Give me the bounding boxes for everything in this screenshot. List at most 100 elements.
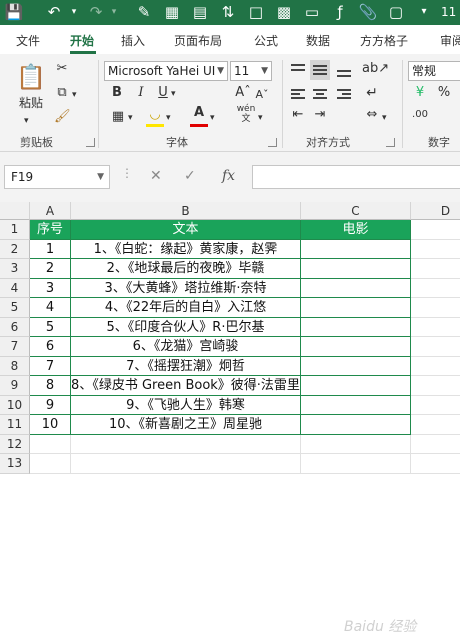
column-header-a[interactable]: A — [30, 202, 71, 220]
bold-button[interactable]: B — [110, 84, 124, 102]
name-box[interactable]: F19 ▼ — [4, 165, 110, 189]
cell[interactable] — [411, 454, 460, 474]
row-header[interactable]: 4 — [0, 278, 30, 298]
insert-function-icon[interactable]: fx — [222, 168, 235, 184]
clipboard-launcher-icon[interactable] — [86, 138, 95, 147]
movie-cell[interactable] — [301, 395, 411, 415]
cell[interactable] — [411, 435, 460, 454]
cancel-icon[interactable]: ✕ — [150, 168, 162, 184]
decrease-indent-icon[interactable]: ⇤ — [288, 106, 308, 124]
cell[interactable] — [411, 337, 460, 357]
seq-cell[interactable]: 10 — [30, 415, 71, 435]
cell[interactable] — [411, 220, 460, 240]
underline-dropdown-icon[interactable]: ▾ — [171, 85, 176, 103]
enter-icon[interactable]: ✓ — [184, 168, 196, 184]
row-header[interactable]: 10 — [0, 395, 30, 415]
font-size-select[interactable]: 11 ▼ — [230, 61, 272, 81]
cell[interactable] — [301, 454, 411, 474]
cell[interactable] — [30, 434, 71, 454]
merge-dropdown-icon[interactable]: ▾ — [382, 109, 387, 127]
font-launcher-icon[interactable] — [268, 138, 277, 147]
text-cell[interactable]: 8、《绿皮书 Green Book》彼得·法雷里 — [71, 376, 301, 396]
row-header[interactable]: 1 — [0, 220, 30, 240]
redo-dropdown-icon[interactable]: ▾ — [104, 2, 124, 22]
cell[interactable] — [411, 318, 460, 337]
increase-font-icon[interactable]: Aˆ — [234, 84, 252, 102]
align-center-icon[interactable] — [310, 84, 330, 104]
decrease-font-icon[interactable]: Aˇ — [254, 86, 270, 104]
cell[interactable] — [411, 259, 460, 279]
row-header[interactable]: 5 — [0, 298, 30, 318]
table-header-cell[interactable]: 文本 — [71, 220, 301, 240]
align-middle-icon[interactable] — [310, 60, 330, 80]
text-cell[interactable]: 5、《印度合伙人》R·巴尔基 — [71, 317, 301, 337]
cut-icon[interactable]: ✂ — [54, 60, 70, 78]
font-color-dropdown-icon[interactable]: ▾ — [210, 109, 215, 127]
doc-icon[interactable]: □ — [246, 2, 266, 22]
row-header[interactable]: 7 — [0, 337, 30, 357]
copy-icon[interactable]: ⧉ — [54, 84, 70, 102]
underline-button[interactable]: U — [156, 84, 170, 102]
customize-dropdown-icon[interactable]: ▾ — [414, 2, 434, 22]
wrap-text-icon[interactable]: ↵ — [362, 84, 382, 102]
tab-insert[interactable]: 插入 — [121, 32, 145, 49]
seq-cell[interactable]: 9 — [30, 395, 71, 415]
format-painter-icon[interactable]: ✎ — [134, 2, 154, 22]
cell[interactable] — [411, 298, 460, 318]
copy-dropdown-icon[interactable]: ▾ — [72, 86, 77, 104]
row-header[interactable]: 3 — [0, 259, 30, 279]
percent-icon[interactable]: % — [434, 84, 454, 102]
clip-icon[interactable]: 📎 — [358, 2, 378, 22]
text-cell[interactable]: 4、《22年后的自白》入江悠 — [71, 298, 301, 318]
movie-cell[interactable] — [301, 415, 411, 435]
font-color-icon[interactable]: A — [190, 104, 208, 122]
align-top-icon[interactable] — [288, 60, 308, 80]
tab-file[interactable]: 文件 — [16, 32, 40, 49]
function-icon[interactable]: ƒ — [330, 2, 350, 22]
align-right-icon[interactable] — [334, 84, 354, 104]
sort-icon[interactable]: ⇅ — [218, 2, 238, 22]
table-icon[interactable]: ▦ — [162, 2, 182, 22]
cell[interactable] — [301, 434, 411, 454]
align-left-icon[interactable] — [288, 84, 308, 104]
border-icon[interactable]: ▦ — [110, 108, 126, 126]
tab-home[interactable]: 开始 — [70, 32, 94, 49]
tab-data[interactable]: 数据 — [306, 32, 330, 49]
column-header-c[interactable]: C — [301, 202, 411, 220]
merge-center-icon[interactable]: ⇔ — [362, 106, 382, 124]
table-header-cell[interactable]: 电影 — [301, 220, 411, 240]
cell[interactable] — [411, 357, 460, 376]
paste-icon[interactable]: 📋 — [16, 62, 46, 92]
row-header[interactable]: 6 — [0, 317, 30, 337]
tab-review[interactable]: 审阅 — [440, 32, 460, 49]
row-header[interactable]: 9 — [0, 376, 30, 396]
row-header[interactable]: 13 — [0, 454, 30, 474]
text-cell[interactable]: 7、《摇摆狂潮》炯哲 — [71, 356, 301, 376]
text-cell[interactable]: 9、《飞驰人生》韩寒 — [71, 395, 301, 415]
align-bottom-icon[interactable] — [334, 60, 354, 80]
undo-icon[interactable]: ↶ — [44, 2, 64, 22]
movie-cell[interactable] — [301, 376, 411, 396]
number-format-select[interactable]: 常规 — [408, 61, 460, 81]
phonetic-icon[interactable]: wén 文 — [234, 104, 258, 124]
alignment-launcher-icon[interactable] — [386, 138, 395, 147]
text-cell[interactable]: 10、《新喜剧之王》周星驰 — [71, 415, 301, 435]
movie-cell[interactable] — [301, 259, 411, 279]
page-icon[interactable]: ▭ — [302, 2, 322, 22]
row-header[interactable]: 11 — [0, 415, 30, 435]
tab-page-layout[interactable]: 页面布局 — [174, 32, 222, 49]
row-header[interactable]: 2 — [0, 239, 30, 259]
seq-cell[interactable]: 5 — [30, 317, 71, 337]
column-header-b[interactable]: B — [71, 202, 301, 220]
seq-cell[interactable]: 6 — [30, 337, 71, 357]
cell[interactable] — [71, 454, 301, 474]
seq-cell[interactable]: 3 — [30, 278, 71, 298]
text-orientation-icon[interactable]: ab↗ — [362, 60, 389, 78]
row-header[interactable]: 8 — [0, 356, 30, 376]
redo-icon[interactable]: ↷ — [86, 2, 106, 22]
increase-indent-icon[interactable]: ⇥ — [310, 106, 330, 124]
paste-dropdown-icon[interactable]: ▾ — [24, 112, 29, 130]
movie-cell[interactable] — [301, 298, 411, 318]
text-cell[interactable]: 1、《白蛇：缘起》黄家康，赵霁 — [71, 239, 301, 259]
seq-cell[interactable]: 7 — [30, 356, 71, 376]
